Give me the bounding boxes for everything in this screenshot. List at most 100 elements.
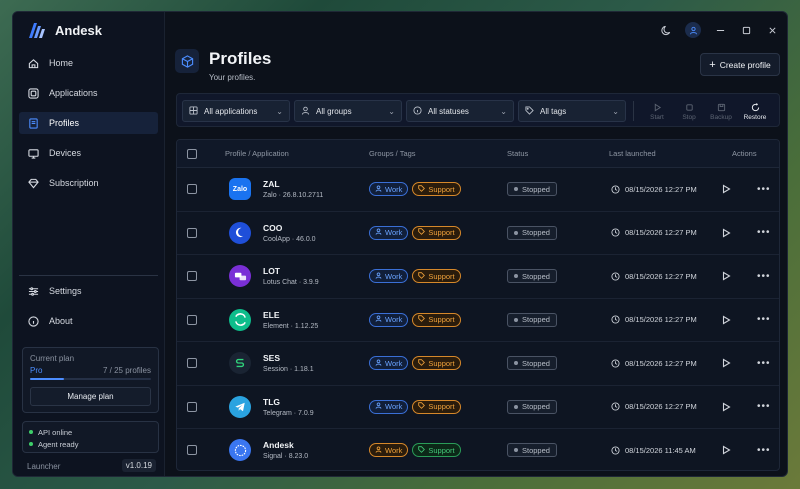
more-actions-button[interactable]: •••: [757, 299, 771, 342]
sidebar-item-profiles[interactable]: Profiles: [19, 112, 158, 134]
tag-label: Support: [428, 445, 455, 455]
brand[interactable]: Andesk: [27, 20, 102, 40]
table-row[interactable]: Zalo ZAL Zalo · 26.8.10.2711 Work Support…: [177, 168, 779, 212]
tag-support[interactable]: Support: [412, 399, 461, 414]
more-icon: •••: [757, 444, 771, 456]
play-button[interactable]: [721, 168, 731, 211]
row-checkbox[interactable]: [187, 271, 197, 282]
diamond-icon: [27, 177, 39, 189]
minimize-icon[interactable]: [713, 23, 727, 37]
more-actions-button[interactable]: •••: [757, 255, 771, 298]
agent-status: Agent ready: [29, 438, 152, 450]
tag-icon: [418, 185, 426, 194]
manage-plan-button[interactable]: Manage plan: [30, 387, 151, 406]
profiles-table: Profile / Application Groups / Tags Stat…: [176, 139, 780, 471]
restore-icon: [751, 103, 759, 112]
backup-icon: [717, 103, 725, 112]
more-actions-button[interactable]: •••: [757, 342, 771, 385]
plan-usage-bar: [30, 378, 151, 380]
profile-name[interactable]: ZAL: [263, 179, 323, 189]
moon-icon[interactable]: [659, 23, 673, 37]
profile-name[interactable]: Andesk: [263, 440, 308, 450]
profile-name[interactable]: SES: [263, 353, 314, 363]
filter-applications[interactable]: All applications ⌄: [182, 100, 290, 122]
table-row[interactable]: TLG Telegram · 7.0.9 Work Support Stopped…: [177, 386, 779, 429]
sidebar-item-applications[interactable]: Applications: [19, 82, 158, 104]
row-checkbox[interactable]: [187, 184, 197, 195]
profile-name[interactable]: COO: [263, 223, 316, 233]
tag-support[interactable]: Support: [412, 269, 461, 284]
profile-name[interactable]: TLG: [263, 397, 314, 407]
version-badge: v1.0.19: [121, 459, 156, 472]
app-name-text: Zalo: [263, 192, 277, 200]
play-button[interactable]: [721, 255, 731, 298]
tag-support[interactable]: Support: [412, 443, 461, 458]
launched-cell: 08/15/2026 12:27 PM: [611, 255, 697, 298]
profile-name[interactable]: ELE: [263, 310, 318, 320]
play-button[interactable]: [721, 212, 731, 255]
sidebar-item-subscription[interactable]: Subscription: [19, 172, 158, 194]
tag-work[interactable]: Work: [369, 312, 409, 327]
row-checkbox[interactable]: [187, 314, 197, 325]
tag-support[interactable]: Support: [412, 182, 461, 197]
sidebar-item-about[interactable]: About: [19, 310, 158, 332]
app-name-text: CoolApp: [263, 235, 290, 243]
tag-work[interactable]: Work: [369, 356, 409, 371]
play-icon: [722, 445, 731, 455]
play-button[interactable]: [721, 299, 731, 342]
row-checkbox[interactable]: [187, 401, 197, 412]
tag-label: Work: [385, 445, 403, 455]
restore-button[interactable]: Restore: [741, 100, 769, 124]
tag-support[interactable]: Support: [412, 356, 461, 371]
maximize-icon[interactable]: [739, 23, 753, 37]
tag-support[interactable]: Support: [412, 312, 461, 327]
select-all-checkbox[interactable]: [187, 148, 197, 159]
create-profile-button[interactable]: + Create profile: [700, 53, 780, 76]
tag-work[interactable]: Work: [369, 225, 409, 240]
filter-groups[interactable]: All groups ⌄: [294, 100, 402, 122]
play-button[interactable]: [721, 386, 731, 429]
user-icon: [375, 446, 382, 455]
tag-work[interactable]: Work: [369, 269, 409, 284]
backup-button[interactable]: Backup: [707, 100, 735, 124]
tag-label: Work: [385, 315, 403, 325]
table-row[interactable]: Andesk Signal · 8.23.0 Work Support Stopp…: [177, 429, 779, 470]
sidebar-item-home[interactable]: Home: [19, 52, 158, 74]
more-actions-button[interactable]: •••: [757, 212, 771, 255]
user-avatar-icon[interactable]: [685, 22, 701, 38]
filter-tags[interactable]: All tags ⌄: [518, 100, 626, 122]
tag-work[interactable]: Work: [369, 182, 409, 197]
table-row[interactable]: LOT Lotus Chat · 3.9.9 Work Support Stopp…: [177, 255, 779, 299]
status-cell: Stopped: [507, 429, 557, 470]
row-checkbox[interactable]: [187, 445, 197, 456]
table-row[interactable]: ELE Element · 1.12.25 Work Support Stoppe…: [177, 299, 779, 342]
row-checkbox[interactable]: [187, 227, 197, 238]
tag-work[interactable]: Work: [369, 399, 409, 414]
close-icon[interactable]: [765, 23, 779, 37]
more-actions-button[interactable]: •••: [757, 386, 771, 429]
tag-support[interactable]: Support: [412, 225, 461, 240]
profile-app-version: CoolApp · 46.0.0: [263, 236, 316, 243]
filter-label: All applications: [204, 106, 258, 116]
sidebar-item-devices[interactable]: Devices: [19, 142, 158, 164]
table-row[interactable]: SES Session · 1.18.1 Work Support Stopped…: [177, 342, 779, 386]
app-icon: [229, 395, 251, 418]
play-button[interactable]: [721, 429, 731, 470]
profile-cell: COO CoolApp · 46.0.0: [229, 212, 316, 255]
clock-icon: [611, 272, 620, 281]
tag-work[interactable]: Work: [369, 443, 409, 458]
stop-button[interactable]: Stop: [675, 100, 703, 124]
row-checkbox[interactable]: [187, 358, 197, 369]
more-actions-button[interactable]: •••: [757, 429, 771, 470]
filter-statuses[interactable]: All statuses ⌄: [406, 100, 514, 122]
launched-text: 08/15/2026 11:45 AM: [625, 445, 696, 455]
table-row[interactable]: COO CoolApp · 46.0.0 Work Support Stopped…: [177, 212, 779, 255]
more-actions-button[interactable]: •••: [757, 168, 771, 211]
sidebar-item-settings[interactable]: Settings: [19, 280, 158, 302]
tags-cell: Work Support: [369, 168, 465, 211]
column-header-profile: Profile / Application: [225, 149, 289, 158]
play-button[interactable]: [721, 342, 731, 385]
table-header: Profile / Application Groups / Tags Stat…: [177, 140, 779, 168]
start-button[interactable]: Start: [643, 100, 671, 124]
profile-name[interactable]: LOT: [263, 266, 319, 276]
